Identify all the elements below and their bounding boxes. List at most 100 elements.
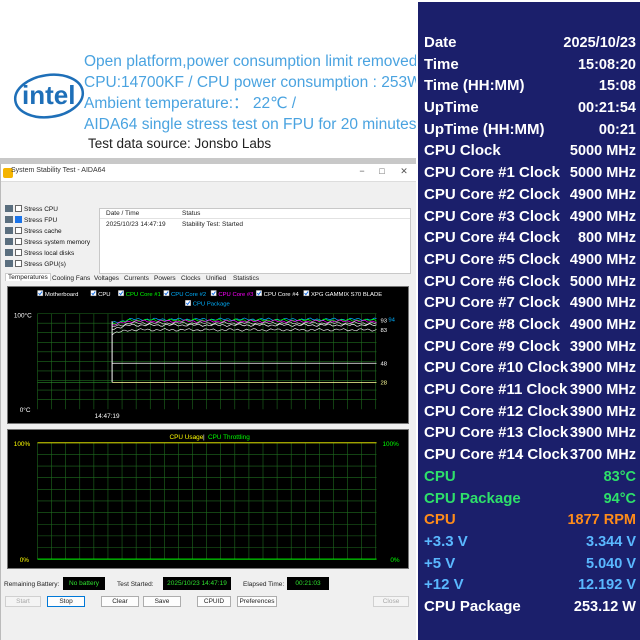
- tab-statistics[interactable]: Statistics: [233, 275, 259, 282]
- legend-checkbox[interactable]: [37, 290, 44, 297]
- gpu-icon: [5, 260, 13, 267]
- stat-value: 4900 MHz: [569, 186, 636, 203]
- elapsed-time-label: Elapsed Time:: [243, 581, 285, 588]
- legend-checkbox[interactable]: [303, 290, 310, 297]
- tab-temperatures[interactable]: Temperatures: [5, 273, 51, 281]
- stress-fpu-checkbox[interactable]: [15, 216, 22, 223]
- temperature-value-label: 48: [380, 361, 387, 367]
- legend-checkbox[interactable]: [90, 290, 97, 297]
- stat-label: CPU Core #13 Clock: [424, 424, 569, 442]
- cpu-icon: [5, 205, 13, 212]
- stat-value: 3.344 V: [586, 533, 636, 550]
- legend-label: CPU Core #3: [218, 292, 254, 298]
- save-button[interactable]: Save: [143, 596, 181, 607]
- cpuid-button[interactable]: CPUID: [197, 596, 231, 607]
- stat-value: 00:21: [598, 121, 636, 138]
- stat-value: 3900 MHz: [569, 403, 636, 420]
- stat-label: CPU Package: [424, 489, 521, 507]
- usage-title: CPU Usage: [170, 434, 204, 441]
- tab-unified[interactable]: Unified: [206, 275, 226, 282]
- stat-row: CPU Core #10 Clock 3900 MHz: [418, 357, 640, 378]
- legend-checkbox[interactable]: [163, 290, 170, 297]
- stat-row: +5 V 5.040 V: [418, 553, 640, 574]
- temp-x-label: 14:47:19: [95, 413, 120, 420]
- temperature-grid: [37, 313, 377, 410]
- stress-fpu-label: Stress FPU: [24, 217, 58, 224]
- temp-y-top-label: 100°C: [14, 312, 32, 320]
- temperature-value-label: 28: [380, 381, 387, 387]
- temperature-series: [37, 317, 377, 383]
- close-window-button[interactable]: ✕: [395, 166, 413, 177]
- stat-row: CPU Core #2 Clock 4900 MHz: [418, 184, 640, 205]
- minimize-button[interactable]: −: [353, 166, 371, 176]
- stat-label: CPU Core #5 Clock: [424, 250, 560, 268]
- stress-cache-checkbox[interactable]: [15, 227, 22, 234]
- stat-value: 5.040 V: [586, 555, 636, 572]
- stress-disks-option[interactable]: Stress local disks: [5, 248, 74, 259]
- stat-label: CPU Core #4 Clock: [424, 229, 560, 247]
- temp-y-bottom-label: 0°C: [20, 406, 31, 414]
- usage-left-top-label: 100%: [14, 441, 31, 448]
- stat-row: CPU Core #12 Clock 3900 MHz: [418, 401, 640, 422]
- usage-title-separator: |: [203, 434, 205, 441]
- temperature-graph: Motherboard CPU CPU Core #1 CPU Core #2 CPU …: [7, 286, 409, 424]
- log-row[interactable]: 2025/10/23 14:47:19 Stability Test: Star…: [100, 220, 410, 230]
- legend-label: Motherboard: [45, 292, 79, 298]
- temperature-value-label: 83: [380, 328, 387, 334]
- tab-currents[interactable]: Currents: [124, 275, 149, 282]
- stat-label: CPU Clock: [424, 142, 501, 160]
- stress-disks-checkbox[interactable]: [15, 249, 22, 256]
- banner-header: intel Open platform,power consumption li…: [0, 0, 422, 160]
- close-button[interactable]: Close: [373, 596, 409, 607]
- test-started-label: Test Started:: [117, 581, 154, 588]
- stat-value: 00:21:54: [577, 100, 636, 117]
- maximize-button[interactable]: □: [373, 166, 391, 176]
- log-header-status[interactable]: Status: [182, 209, 200, 219]
- disk-icon: [5, 249, 13, 256]
- header-line-4: AIDA64 single stress test on FPU for 20 …: [84, 116, 417, 133]
- tab-powers[interactable]: Powers: [154, 275, 176, 282]
- stat-value: 5000 MHz: [569, 165, 636, 182]
- stat-label: CPU Core #8 Clock: [424, 316, 560, 333]
- stress-cache-option[interactable]: Stress cache: [5, 226, 62, 237]
- stat-value: 3700 MHz: [569, 447, 636, 464]
- preferences-button[interactable]: Preferences: [237, 596, 277, 607]
- usage-right-bottom-label: 0%: [390, 557, 400, 564]
- legend-checkbox[interactable]: [256, 290, 262, 297]
- stat-row: CPU Core #11 Clock 3900 MHz: [418, 379, 640, 400]
- stop-button[interactable]: Stop: [47, 596, 85, 607]
- stat-label: CPU Core #14 Clock: [424, 446, 569, 464]
- stat-row: CPU Core #14 Clock 3700 MHz: [418, 444, 640, 465]
- stress-cache-label: Stress cache: [24, 228, 62, 235]
- window-titlebar[interactable]: System Stability Test - AIDA64 − □ ✕: [1, 164, 417, 182]
- stat-row: CPU Package 94°C: [418, 488, 640, 509]
- stress-memory-checkbox[interactable]: [15, 238, 22, 245]
- header-line-2: CPU:14700KF / CPU power consumption : 25…: [84, 74, 422, 91]
- tab-cooling-fans[interactable]: Cooling Fans: [52, 275, 90, 282]
- stat-row: CPU Core #7 Clock 4900 MHz: [418, 292, 640, 313]
- stress-gpu-label: Stress GPU(s): [24, 261, 66, 268]
- stability-log-list[interactable]: Date / Time Status 2025/10/23 14:47:19 S…: [99, 208, 411, 274]
- clear-button[interactable]: Clear: [101, 596, 139, 607]
- log-header-datetime[interactable]: Date / Time: [106, 209, 139, 219]
- legend-checkbox[interactable]: [118, 290, 124, 297]
- stress-cpu-checkbox[interactable]: [15, 205, 22, 212]
- stress-memory-option[interactable]: Stress system memory: [5, 237, 90, 248]
- stat-row: CPU Core #6 Clock 5000 MHz: [418, 271, 640, 292]
- tab-clocks[interactable]: Clocks: [181, 275, 201, 282]
- stress-gpu-checkbox[interactable]: [15, 260, 22, 267]
- legend-checkbox[interactable]: [210, 290, 217, 297]
- stress-fpu-option[interactable]: Stress FPU: [5, 215, 57, 226]
- stat-row: CPU Package 253.12 W: [418, 596, 640, 617]
- stress-gpu-option[interactable]: Stress GPU(s): [5, 259, 66, 270]
- stat-value: 94°C: [603, 490, 636, 507]
- log-row-datetime: 2025/10/23 14:47:19: [106, 221, 166, 228]
- legend-label: CPU Package: [193, 302, 231, 308]
- stat-label: UpTime: [424, 99, 479, 117]
- stat-value: 4900 MHz: [569, 251, 636, 268]
- stress-cpu-option[interactable]: Stress CPU: [5, 204, 58, 215]
- stat-label: CPU Core #6 Clock: [424, 272, 560, 290]
- tab-voltages[interactable]: Voltages: [94, 275, 119, 282]
- start-button[interactable]: Start: [5, 596, 41, 607]
- legend-checkbox[interactable]: [185, 300, 191, 306]
